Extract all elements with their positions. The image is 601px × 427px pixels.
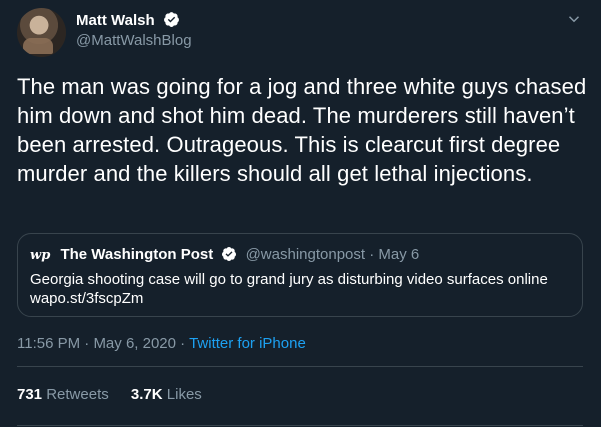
verified-badge-icon: [163, 12, 179, 27]
author-name-row: Matt Walsh: [76, 11, 192, 31]
tweet-meta: 11:56 PM · May 6, 2020 · Twitter for iPh…: [17, 334, 306, 354]
verified-badge-icon: [222, 247, 237, 261]
quoted-separator: ·: [369, 246, 375, 263]
tweet-date[interactable]: May 6, 2020: [93, 335, 176, 352]
author-info: Matt Walsh @MattWalshBlog: [76, 11, 192, 51]
tweet-time[interactable]: 11:56 PM: [17, 335, 80, 352]
author-display-name[interactable]: Matt Walsh: [76, 12, 155, 29]
retweets-stat[interactable]: 731 Retweets: [17, 385, 109, 405]
tweet-stats: 731 Retweets 3.7K Likes: [17, 385, 220, 405]
tweet-header: Matt Walsh @MattWalshBlog: [17, 8, 587, 58]
quoted-author-name: The Washington Post: [60, 246, 214, 263]
likes-label: Likes: [166, 386, 202, 403]
quoted-date: May 6: [378, 246, 420, 263]
likes-stat[interactable]: 3.7K Likes: [131, 385, 202, 405]
quoted-tweet[interactable]: wp The Washington Post @washingtonpost ·…: [17, 233, 583, 317]
divider: [17, 425, 583, 426]
retweets-label: Retweets: [46, 386, 109, 403]
retweets-count: 731: [17, 386, 43, 403]
chevron-down-icon[interactable]: [565, 10, 583, 28]
washington-post-logo-icon: wp: [30, 248, 51, 263]
author-handle[interactable]: @MattWalshBlog: [76, 31, 192, 51]
avatar[interactable]: [17, 8, 66, 57]
meta-separator: ·: [80, 335, 94, 352]
divider: [17, 366, 583, 367]
likes-count: 3.7K: [130, 386, 163, 403]
tweet-source-link[interactable]: Twitter for iPhone: [189, 335, 306, 352]
quoted-tweet-header: wp The Washington Post @washingtonpost ·…: [30, 245, 419, 266]
tweet-text: The man was going for a jog and three wh…: [17, 74, 587, 186]
tweet-card: Matt Walsh @MattWalshBlog The man was go…: [0, 0, 601, 427]
quoted-tweet-text: Georgia shooting case will go to grand j…: [30, 271, 548, 307]
quoted-author-handle: @washingtonpost: [245, 246, 366, 263]
meta-separator: ·: [176, 335, 190, 352]
